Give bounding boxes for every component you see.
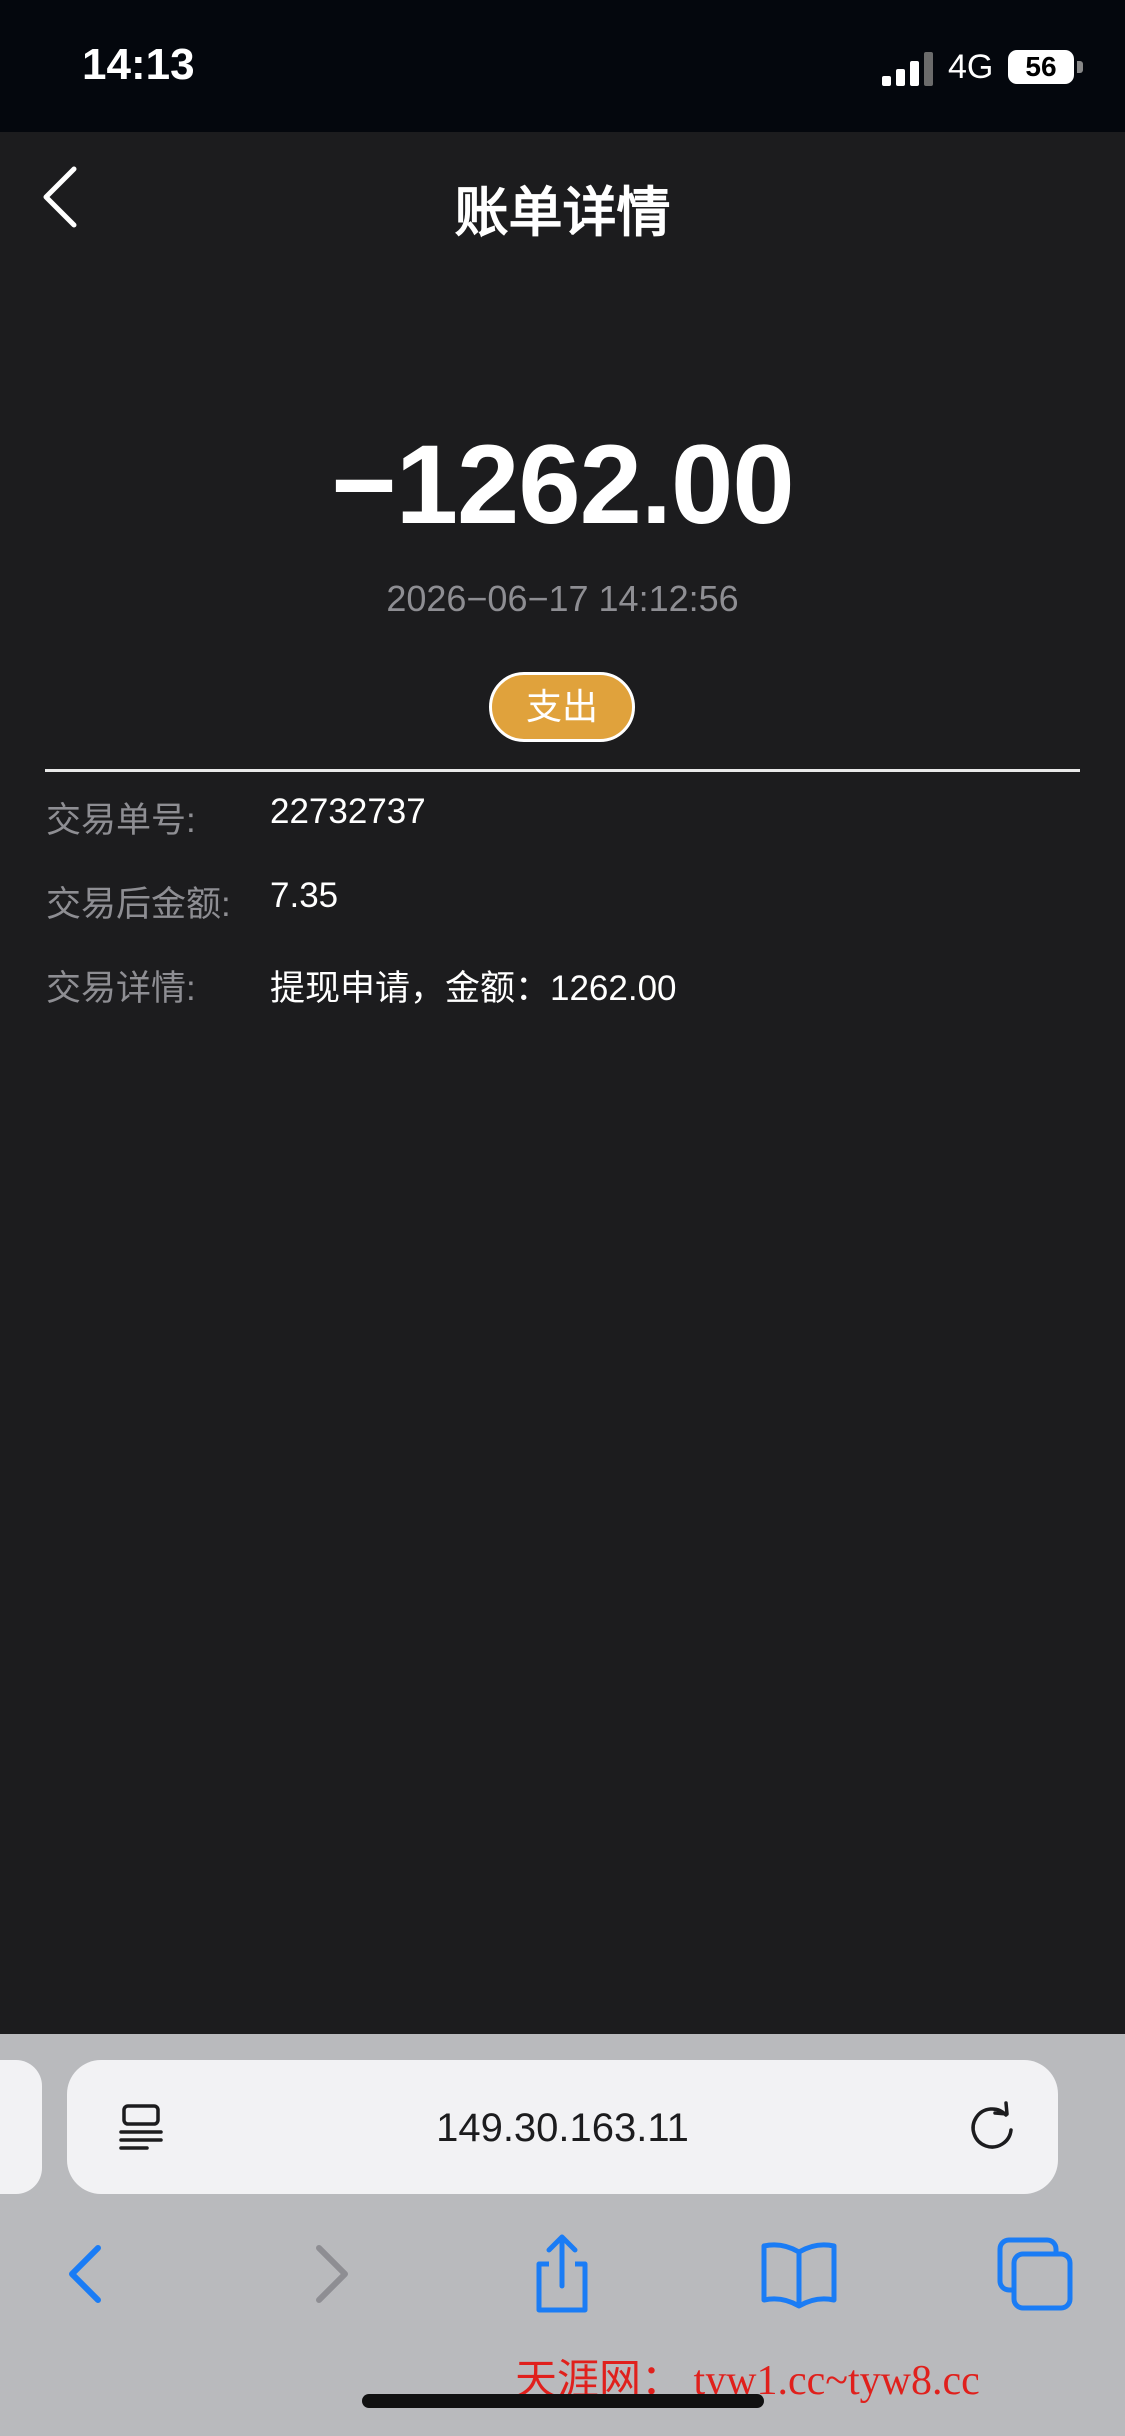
address-bar[interactable]: 149.30.163.11 <box>67 2060 1058 2194</box>
detail-label: 交易后金额: <box>46 885 231 924</box>
home-indicator <box>362 2394 764 2408</box>
detail-row-order-number: 交易单号: 22732737 <box>0 792 1125 852</box>
share-icon[interactable] <box>517 2234 607 2314</box>
url-text[interactable]: 149.30.163.11 <box>67 2106 1058 2151</box>
detail-value: 提现申请，金额：1262.00 <box>270 969 677 1008</box>
battery-tip <box>1077 61 1083 73</box>
reload-icon[interactable] <box>965 2100 1019 2154</box>
page-title: 账单详情 <box>454 183 671 243</box>
network-type: 4G <box>948 48 994 86</box>
transaction-amount: −1262.00 <box>331 422 794 547</box>
back-icon[interactable] <box>42 2234 132 2314</box>
divider <box>45 769 1080 772</box>
detail-row-description: 交易详情: 提现申请，金额：1262.00 <box>0 960 1125 1020</box>
detail-value: 22732737 <box>270 792 426 831</box>
tabs-icon[interactable] <box>990 2234 1080 2314</box>
detail-row-balance-after: 交易后金额: 7.35 <box>0 876 1125 936</box>
bookmarks-icon[interactable] <box>754 2234 844 2314</box>
previous-tab-preview[interactable] <box>0 2060 42 2194</box>
battery-icon: 56 <box>1008 50 1074 84</box>
forward-icon[interactable] <box>285 2234 375 2314</box>
detail-label: 交易单号: <box>46 801 196 840</box>
detail-value: 7.35 <box>270 876 339 915</box>
status-bar: 14:13 4G 56 <box>0 0 1125 132</box>
transaction-type-badge: 支出 <box>489 672 635 742</box>
status-time: 14:13 <box>82 40 195 89</box>
transaction-datetime: 2026−06−17 14:12:56 <box>386 578 739 619</box>
cellular-signal-icon <box>882 52 934 86</box>
detail-label: 交易详情: <box>46 969 196 1008</box>
nav-header: 账单详情 <box>0 132 1125 262</box>
